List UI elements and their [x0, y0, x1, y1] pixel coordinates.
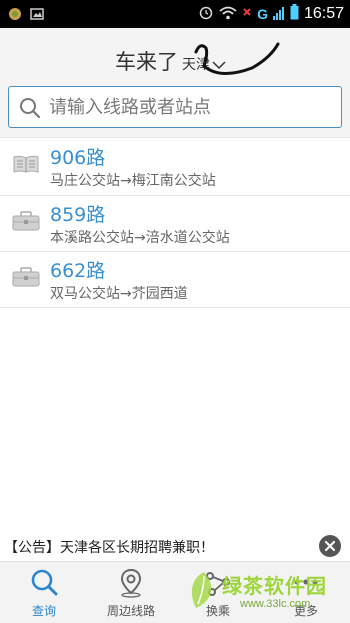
wifi-icon [219, 5, 237, 24]
route-direction: 双马公交站→芥园西道 [50, 286, 188, 302]
nav-label: 查询 [31, 604, 56, 618]
watermark-text: 绿茶软件园 [222, 574, 327, 598]
notice-banner[interactable]: 【公告】天津各区长期招聘兼职！ [0, 531, 350, 561]
search-box[interactable] [8, 86, 342, 128]
search-icon [30, 568, 58, 602]
route-number: 662路 [50, 260, 106, 282]
clock: 16:57 [303, 5, 344, 22]
app-notification-icon [8, 6, 22, 25]
route-direction: 本溪路公交站→涪水道公交站 [50, 230, 230, 246]
location-pin-icon [117, 568, 145, 602]
briefcase-icon [12, 211, 40, 235]
app-title: 车来了 [115, 50, 178, 74]
nav-tab-nearby[interactable]: 周边线路 [87, 562, 175, 623]
status-bar: G 16:57 [0, 0, 350, 28]
route-item[interactable]: 859路 本溪路公交站→涪水道公交站 [0, 196, 350, 252]
no-signal-icon [242, 4, 252, 24]
network-type: G [257, 6, 268, 22]
battery-icon [290, 4, 299, 24]
leaf-logo-icon [191, 572, 212, 608]
signal-icon [272, 5, 285, 24]
close-icon[interactable] [319, 535, 341, 557]
route-number: 859路 [50, 204, 106, 226]
notice-text: 【公告】天津各区长期招聘兼职！ [4, 540, 214, 556]
route-item[interactable]: 662路 双马公交站→芥园西道 [0, 252, 350, 308]
handwritten-scribble [194, 42, 280, 75]
route-number: 906路 [50, 147, 106, 169]
search-icon [19, 97, 41, 123]
recent-routes-list: 906路 马庄公交站→梅江南公交站 859路 本溪路公交站→涪水道公交站 662… [0, 139, 350, 308]
briefcase-icon [12, 267, 40, 291]
watermark: 绿茶软件园 www.33lc.com [182, 566, 350, 618]
image-notification-icon [30, 6, 44, 25]
route-item[interactable]: 906路 马庄公交站→梅江南公交站 [0, 139, 350, 196]
alarm-icon [198, 4, 214, 24]
book-icon [12, 154, 40, 178]
nav-tab-query[interactable]: 查询 [0, 562, 88, 623]
route-direction: 马庄公交站→梅江南公交站 [50, 173, 216, 189]
nav-label: 周边线路 [106, 604, 155, 618]
watermark-url: www.33lc.com [240, 598, 311, 610]
search-input[interactable] [49, 95, 329, 119]
search-bar [0, 80, 350, 138]
app-header: 车来了 天津 [0, 28, 350, 80]
